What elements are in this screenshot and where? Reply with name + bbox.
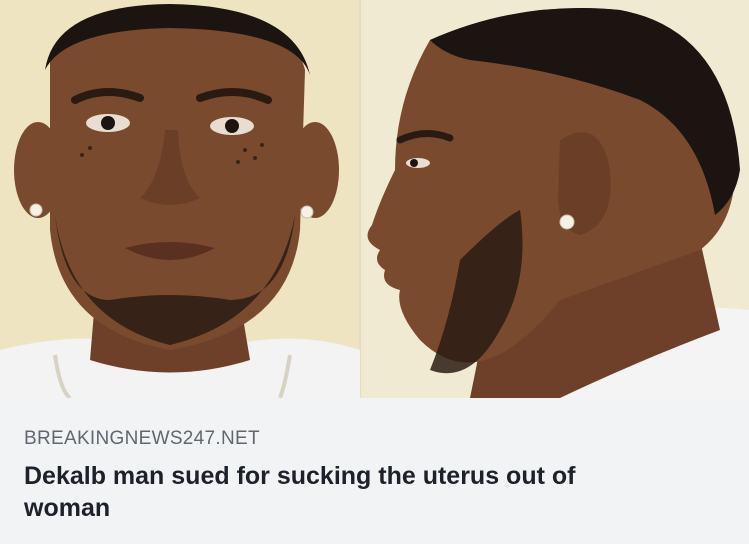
article-headline[interactable]: Dekalb man sued for sucking the uterus o… [24,460,664,524]
source-domain: BREAKINGNEWS247.NET [24,428,260,449]
link-preview-caption[interactable]: BREAKINGNEWS247.NET Dekalb man sued for … [0,398,749,544]
link-preview-image[interactable] [0,0,749,398]
mugshot-photo-icon [0,0,749,398]
link-preview-card[interactable]: BREAKINGNEWS247.NET Dekalb man sued for … [0,0,749,544]
profile-portrait [367,8,749,398]
